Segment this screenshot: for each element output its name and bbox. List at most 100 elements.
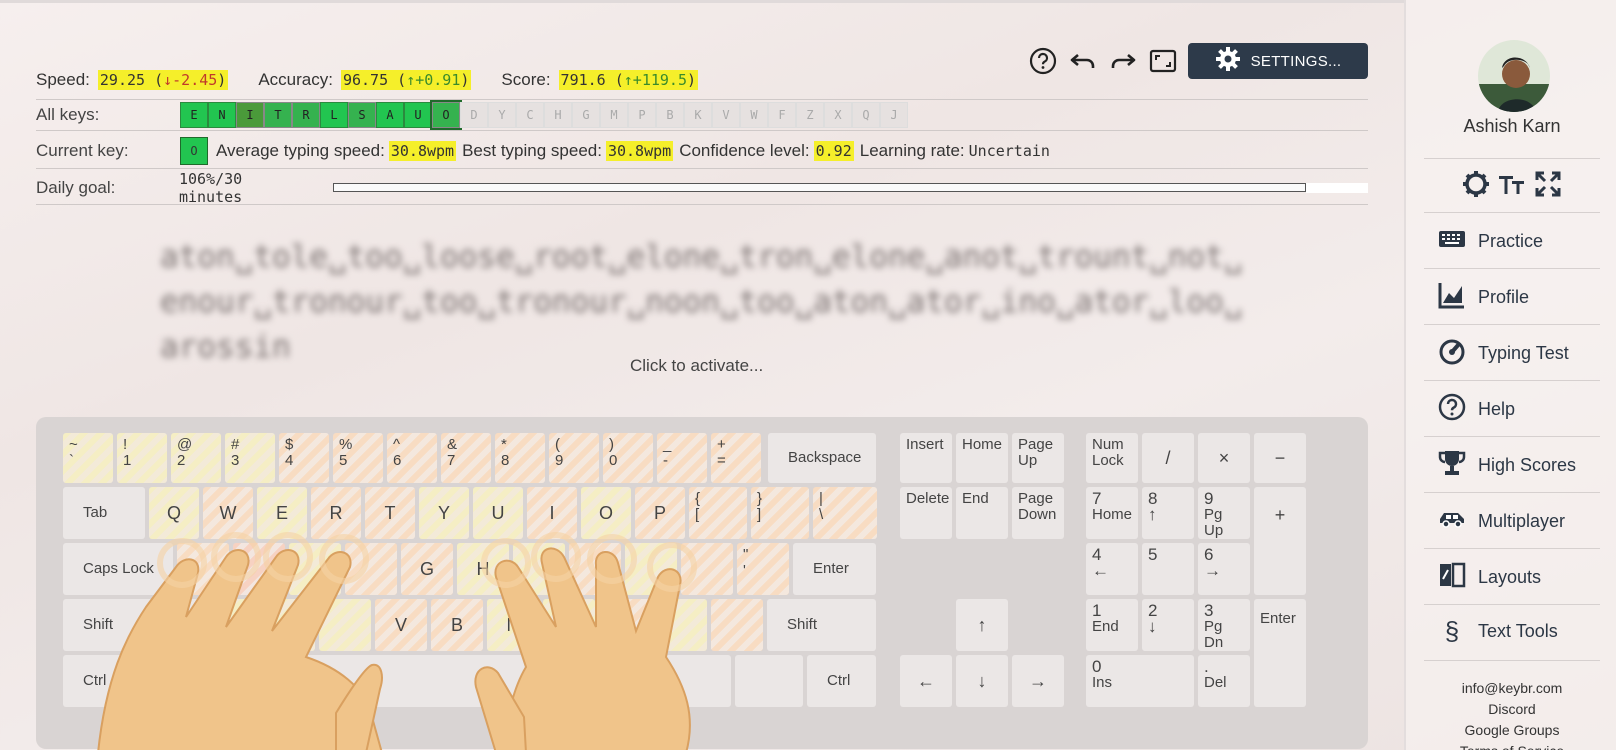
key-symbol: 2: [177, 452, 186, 469]
divider: [1424, 660, 1600, 661]
key-shift-symbol: ~: [69, 436, 78, 453]
score-value-box: 791.6 (↑+119.5): [558, 70, 699, 90]
nav-label: High Scores: [1478, 454, 1577, 475]
terms-link[interactable]: Terms of Service: [1406, 741, 1616, 750]
key-shift-symbol: }: [757, 490, 763, 507]
nav-layouts[interactable]: Layouts: [1424, 550, 1600, 604]
key-period: [655, 599, 707, 651]
key-n-label: N: [506, 615, 520, 635]
key-j: [513, 543, 565, 595]
divider: [1424, 268, 1600, 269]
text-size-icon[interactable]: [1498, 170, 1526, 203]
key-row1: _ -: [657, 433, 707, 483]
google-groups-link[interactable]: Google Groups: [1406, 720, 1616, 741]
key-ctrl-left: Ctrl: [63, 655, 131, 707]
key-ctrl-right-label: Ctrl: [827, 672, 851, 689]
key-num-1-alt: End: [1092, 618, 1119, 635]
daily-goal-progress-fill: [334, 184, 1306, 191]
daily-goal-row: Daily goal: 106%/30 minutes: [36, 170, 1369, 206]
speed-label: Speed:: [36, 70, 90, 89]
avatar[interactable]: [1478, 40, 1550, 112]
key-num-7-digit: 7: [1092, 489, 1102, 508]
nav-practice[interactable]: Practice: [1424, 214, 1600, 268]
arrow-up-icon: ↑: [977, 615, 987, 635]
key-z: [207, 599, 259, 651]
key-shift-left-label: Shift: [83, 616, 114, 633]
nav-label: Typing Test: [1478, 342, 1569, 363]
key-caps-label: Caps Lock: [83, 560, 154, 577]
gear-icon[interactable]: [1462, 170, 1490, 203]
key-delete: Delete: [900, 487, 952, 539]
key-ctrl-left-label: Ctrl: [83, 672, 107, 689]
expand-icon[interactable]: [1534, 170, 1562, 203]
lesson-line: aton␣tole␣too␣loose␣root␣elone␣tron␣elon…: [160, 239, 1243, 275]
nav-help[interactable]: Help: [1424, 382, 1600, 436]
best-speed-value: 30.8wpm: [605, 140, 674, 161]
email-link[interactable]: info@keybr.com: [1406, 678, 1616, 699]
key-symbol: 7: [447, 452, 456, 469]
divider: [1424, 212, 1600, 213]
key-shift-symbol: |: [819, 490, 823, 507]
key-bracket: {[: [689, 487, 747, 539]
nav-high-scores[interactable]: High Scores: [1424, 438, 1600, 492]
key-num-plus: +: [1254, 487, 1306, 595]
nav-multiplayer[interactable]: Multiplayer: [1424, 494, 1600, 548]
key-slash: [711, 599, 763, 651]
key-s: [233, 543, 285, 595]
discord-link[interactable]: Discord: [1406, 699, 1616, 720]
key-caps-lock: Caps Lock: [63, 543, 173, 595]
car-icon: [1438, 505, 1466, 538]
nav-text-tools[interactable]: § Text Tools: [1424, 604, 1600, 658]
key-h-label: H: [476, 559, 490, 579]
daily-goal-label: Daily goal:: [36, 177, 116, 197]
current-key-row: Current key: O Average typing speed: 30.8…: [36, 133, 1368, 169]
key-p: P: [635, 487, 685, 539]
speed-stat: Speed: 29.25 (↓-2.45): [36, 70, 229, 90]
key-symbol: -: [663, 452, 668, 469]
key-num-5-digit: 5: [1148, 545, 1158, 564]
chart-icon: [1438, 281, 1466, 314]
key-num-7-alt: Home: [1092, 506, 1133, 523]
key-num-multiply: ×: [1198, 433, 1250, 483]
key-c: [319, 599, 371, 651]
key-indicator: M: [600, 102, 628, 128]
username[interactable]: Ashish Karn: [1406, 116, 1616, 137]
key-u: U: [473, 487, 523, 539]
key-letter: O: [598, 503, 613, 523]
keyboard-icon: [1438, 225, 1466, 258]
lesson-text[interactable]: aton␣tole␣too␣loose␣root␣elone␣tron␣elon…: [160, 235, 1243, 370]
key-letter: E: [275, 503, 288, 523]
key-end-label: End: [962, 490, 989, 507]
key-indicator: V: [712, 102, 740, 128]
key-x-label: X: [282, 615, 295, 635]
nav-label: Practice: [1478, 230, 1544, 251]
key-indicator: D: [460, 102, 488, 128]
avg-speed: Average typing speed: 30.8wpm: [216, 140, 457, 161]
nav-profile[interactable]: Profile: [1424, 270, 1600, 324]
key-letter: U: [491, 503, 505, 523]
footer-links: info@keybr.com Discord Google Groups Ter…: [1406, 678, 1616, 750]
progress-tail: [1306, 182, 1369, 193]
key-q: Q: [149, 487, 199, 539]
key-bracket: }]: [751, 487, 809, 539]
section-icon: §: [1444, 615, 1460, 646]
learning-rate-label: Learning rate:: [859, 140, 965, 160]
key-row1: ^ 6: [387, 433, 437, 483]
key-indicator: Z: [796, 102, 824, 128]
key-num-multiply-label: ×: [1218, 448, 1230, 468]
key-backspace-label: Backspace: [788, 449, 862, 466]
current-key-label: Current key:: [36, 140, 129, 160]
key-page-down-label: Page Down: [1018, 490, 1057, 523]
key-num-2-alt: ↓: [1148, 617, 1157, 636]
key-row1: $4: [279, 433, 329, 483]
key-delete-label: Delete: [906, 490, 950, 507]
key-indicator: B: [656, 102, 684, 128]
key-indicator: G: [572, 102, 600, 128]
activate-prompt[interactable]: Click to activate...: [630, 356, 763, 376]
confidence-value: 0.92: [813, 140, 854, 161]
key-insert: Insert: [900, 433, 952, 483]
key-row1: @2: [171, 433, 221, 483]
key-indicator: H: [544, 102, 572, 128]
key-t: T: [365, 487, 415, 539]
nav-typing-test[interactable]: Typing Test: [1424, 326, 1600, 380]
